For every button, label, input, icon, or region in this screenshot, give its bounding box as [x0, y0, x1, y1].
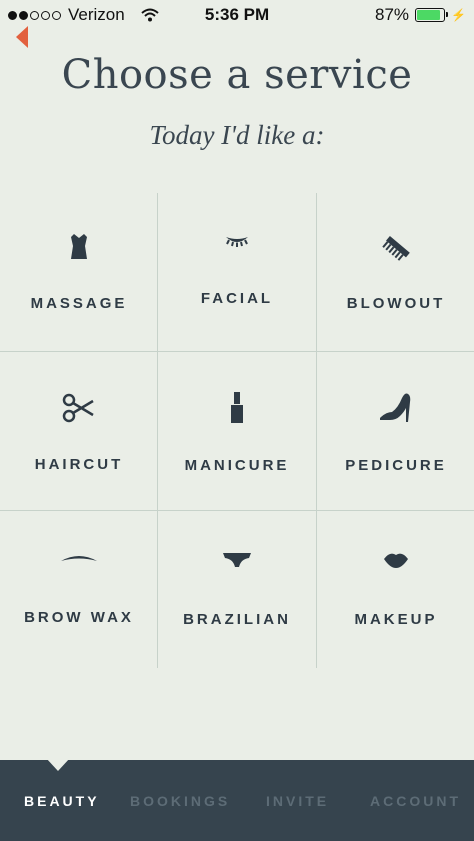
tab-bar: BEAUTY BOOKINGS INVITE ACCOUNT	[0, 760, 474, 841]
service-blowout[interactable]: BLOWOUT	[317, 193, 474, 351]
active-tab-indicator	[46, 758, 70, 771]
eyebrow-icon	[61, 556, 97, 561]
service-label: PEDICURE	[345, 457, 447, 474]
service-label: MAKEUP	[354, 611, 438, 628]
tab-beauty[interactable]: BEAUTY	[24, 793, 100, 809]
service-grid: MASSAGE FACIAL BLOWOUT HAIRCUT MANICURE …	[0, 193, 474, 668]
battery-icon	[415, 8, 449, 22]
service-facial[interactable]: FACIAL	[158, 193, 316, 351]
service-haircut[interactable]: HAIRCUT	[0, 352, 158, 510]
scissors-icon	[62, 393, 94, 423]
page-subtitle: Today I'd like a:	[149, 120, 325, 150]
service-label: HAIRCUT	[34, 456, 124, 473]
corset-icon	[71, 234, 87, 259]
service-label: BRAZILIAN	[183, 611, 291, 628]
service-label: BLOWOUT	[346, 295, 446, 312]
service-label: MASSAGE	[30, 295, 128, 312]
comb-icon	[382, 236, 410, 261]
service-label: BROW WAX	[24, 609, 134, 626]
high-heel-icon	[380, 393, 411, 422]
battery-percent: 87%	[375, 5, 410, 24]
back-button[interactable]	[16, 26, 28, 48]
tab-invite[interactable]: INVITE	[266, 793, 329, 809]
service-makeup[interactable]: MAKEUP	[317, 511, 474, 669]
service-pedicure[interactable]: PEDICURE	[317, 352, 474, 510]
tab-bookings[interactable]: BOOKINGS	[130, 793, 230, 809]
eyelash-icon	[226, 237, 248, 247]
status-bar: Verizon 5:36 PM 87% ⚡	[0, 0, 474, 30]
service-brazilian[interactable]: BRAZILIAN	[158, 511, 316, 669]
nail-polish-icon	[231, 392, 243, 423]
service-massage[interactable]: MASSAGE	[0, 193, 158, 351]
underwear-icon	[223, 553, 251, 567]
charging-icon: ⚡	[451, 8, 466, 22]
page-title: Choose a service	[61, 52, 413, 98]
service-label: MANICURE	[184, 457, 290, 474]
service-manicure[interactable]: MANICURE	[158, 352, 316, 510]
lips-icon	[384, 553, 408, 568]
status-right: 87% ⚡	[375, 5, 466, 25]
service-label: FACIAL	[200, 290, 274, 307]
tab-account[interactable]: ACCOUNT	[370, 793, 461, 809]
service-brow-wax[interactable]: BROW WAX	[0, 511, 158, 669]
